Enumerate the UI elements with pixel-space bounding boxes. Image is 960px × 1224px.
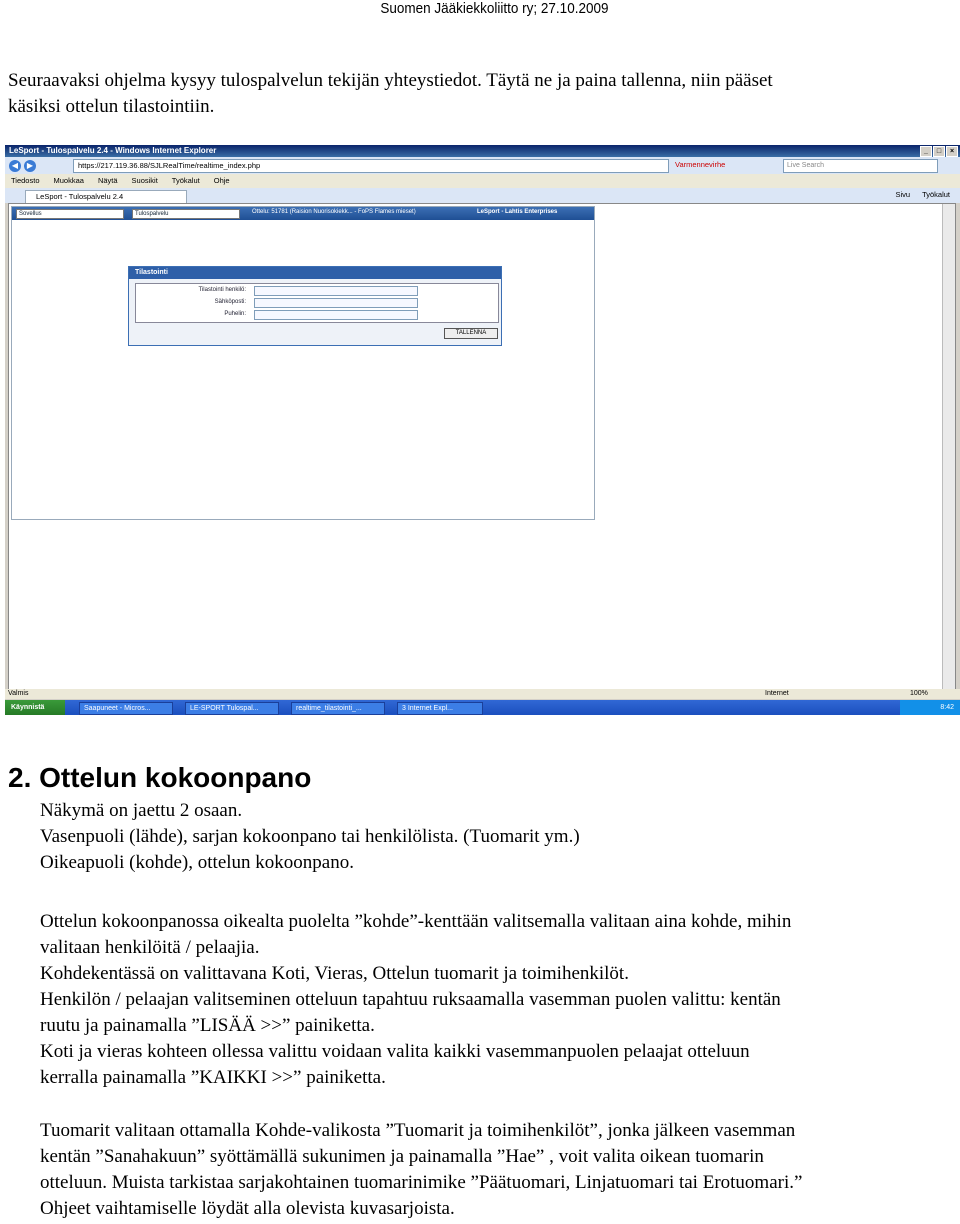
text-line: Oikeapuoli (kohde), ottelun kokoonpano. [40,852,354,873]
save-button[interactable]: TALLENNA [444,328,498,339]
text-line: Kohdekentässä on valittavana Koti, Viera… [40,963,629,984]
module-select[interactable]: Tulospalvelu [132,209,240,219]
person-field[interactable] [254,286,418,296]
brand: LeSport - Lahtis Enterprises [477,209,558,215]
text-line: kerralla painamalla ”KAIKKI >>” painiket… [40,1067,386,1088]
text-line: kentän ”Sanahakuun” syöttämällä sukunime… [40,1146,764,1167]
menu-bar: Tiedosto Muokkaa Näytä Suosikit Työkalut… [5,174,960,188]
text-line: otteluun. Muista tarkistaa sarjakohtaine… [40,1172,803,1193]
app-frame: Sovellus Tulospalvelu Ottelu: 51781 (Rai… [11,206,595,520]
paragraph-1: Ottelun kokoonpanossa oikealta puolelta … [40,909,955,1091]
back-icon[interactable]: ◀ [9,159,21,172]
window-titlebar: LeSport - Tulospalvelu 2.4 - Windows Int… [5,145,960,157]
forward-icon[interactable]: ▶ [24,159,36,172]
zone-text: Internet [765,690,789,697]
section-lines: Näkymä on jaettu 2 osaan. Vasenpuoli (lä… [40,798,955,876]
field-label: Tilastointi henkilö: [198,287,246,293]
search-input[interactable]: Live Search [783,159,938,173]
menu-item[interactable]: Suosikit [132,174,158,188]
page-header: Suomen Jääkiekkoliitto ry; 27.10.2009 [379,0,608,17]
window-title: LeSport - Tulospalvelu 2.4 - Windows Int… [9,146,217,155]
page-menu[interactable]: Sivu [895,190,910,199]
close-icon[interactable]: × [946,146,958,157]
text-line: Koti ja vieras kohteen ollessa valittu v… [40,1041,750,1062]
task-item[interactable]: 3 Internet Expl... [397,702,483,715]
task-item[interactable]: realtime_tilastointi_... [291,702,385,715]
address-bar: ◀ ▶ https://217.119.36.88/SJLRealTime/re… [5,157,960,174]
app-select[interactable]: Sovellus [16,209,124,219]
url-field[interactable]: https://217.119.36.88/SJLRealTime/realti… [73,159,669,173]
task-item[interactable]: LE-SPORT Tulospal... [185,702,279,715]
text-line: Tuomarit valitaan ottamalla Kohde-valiko… [40,1120,796,1141]
start-button[interactable]: Käynnistä [5,700,65,715]
scrollbar[interactable] [942,204,955,690]
cert-warning[interactable]: Varmennevirhe [675,160,725,169]
tools-menu[interactable]: Työkalut [922,190,950,199]
dialog-title: Tilastointi [129,267,501,279]
menu-item[interactable]: Työkalut [172,174,200,188]
taskbar: Käynnistä Saapuneet - Micros... LE-SPORT… [5,700,960,715]
embedded-screenshot: LeSport - Tulospalvelu 2.4 - Windows Int… [5,145,960,715]
clock: 8:42 [900,700,960,715]
text-line: valitaan henkilöitä / pelaajia. [40,937,260,958]
text-line: Vasenpuoli (lähde), sarjan kokoonpano ta… [40,826,580,847]
intro-line: käsiksi ottelun tilastointiin. [8,96,215,117]
form-box: Tilastointi henkilö: Sähköposti: Puhelin… [135,283,499,323]
browser-page: Sovellus Tulospalvelu Ottelu: 51781 (Rai… [8,203,956,691]
status-text: Valmis [8,690,29,697]
menu-item[interactable]: Näytä [98,174,118,188]
tilastointi-dialog: Tilastointi Tilastointi henkilö: Sähköpo… [128,266,502,346]
menu-item[interactable]: Muokkaa [54,174,84,188]
text-line: Henkilön / pelaajan valitseminen otteluu… [40,989,781,1010]
email-field[interactable] [254,298,418,308]
text-line: Ohjeet vaihtamiselle löydät alla olevist… [40,1198,455,1219]
field-label: Sähköposti: [214,299,246,305]
section-heading: 2. Ottelun kokoonpano [8,762,312,793]
maximize-icon[interactable]: □ [933,146,945,157]
paragraph-2: Tuomarit valitaan ottamalla Kohde-valiko… [40,1118,955,1222]
status-bar: Valmis Internet 100% [5,689,960,699]
minimize-icon[interactable]: _ [920,146,932,157]
intro-line: Seuraavaksi ohjelma kysyy tulospalvelun … [8,70,773,91]
text-line: Ottelun kokoonpanossa oikealta puolelta … [40,911,792,932]
menu-item[interactable]: Tiedosto [11,174,40,188]
match-info: Ottelu: 51781 (Raision Nuorisokiekk... -… [252,209,416,215]
tab-bar: LeSport - Tulospalvelu 2.4 Sivu Työkalut [5,188,960,204]
phone-field[interactable] [254,310,418,320]
text-line: Näkymä on jaettu 2 osaan. [40,800,243,821]
intro-text: Seuraavaksi ohjelma kysyy tulospalvelun … [8,68,948,120]
app-topnav: Sovellus Tulospalvelu Ottelu: 51781 (Rai… [12,207,594,220]
browser-tab[interactable]: LeSport - Tulospalvelu 2.4 [25,190,187,204]
field-label: Puhelin: [224,311,246,317]
zoom-level[interactable]: 100% [910,689,928,699]
task-item[interactable]: Saapuneet - Micros... [79,702,173,715]
menu-item[interactable]: Ohje [214,174,230,188]
text-line: ruutu ja painamalla ”LISÄÄ >>” painikett… [40,1015,375,1036]
